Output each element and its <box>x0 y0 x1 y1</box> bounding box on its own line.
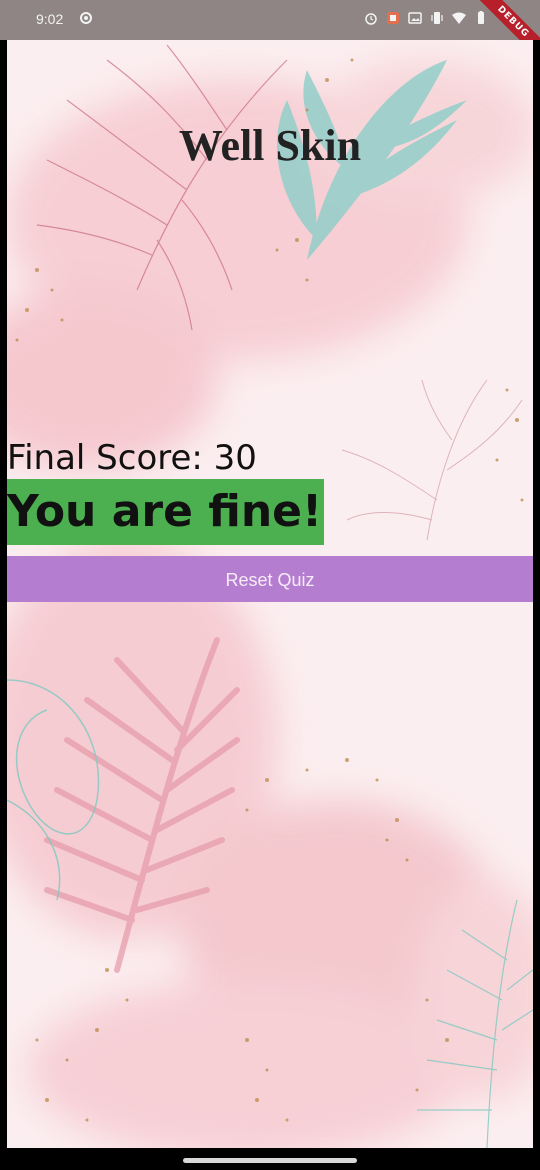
battery-icon <box>478 11 484 24</box>
final-score-text: Final Score: 30 <box>7 438 257 478</box>
status-icons <box>364 11 488 25</box>
screen-border-right <box>533 40 540 1148</box>
radio-icon <box>80 12 92 24</box>
status-bar: 9:02 DEBUG <box>0 0 540 67</box>
alarm-icon <box>365 13 377 25</box>
vibrate-icon <box>431 12 443 24</box>
app-title: Well Skin <box>178 121 362 170</box>
home-gesture-handle[interactable] <box>183 1158 357 1163</box>
reset-quiz-button[interactable]: Reset Quiz <box>7 556 533 602</box>
status-time: 9:02 <box>36 11 64 27</box>
app-screen: Well Skin Final Score: 30 You are fine! … <box>7 40 533 1148</box>
wifi-icon <box>452 12 466 24</box>
result-message: You are fine! <box>7 479 325 545</box>
gallery-icon <box>408 12 422 24</box>
notification-icon <box>387 12 399 24</box>
navigation-bar <box>0 1148 540 1170</box>
screen-border-left <box>0 40 7 1148</box>
